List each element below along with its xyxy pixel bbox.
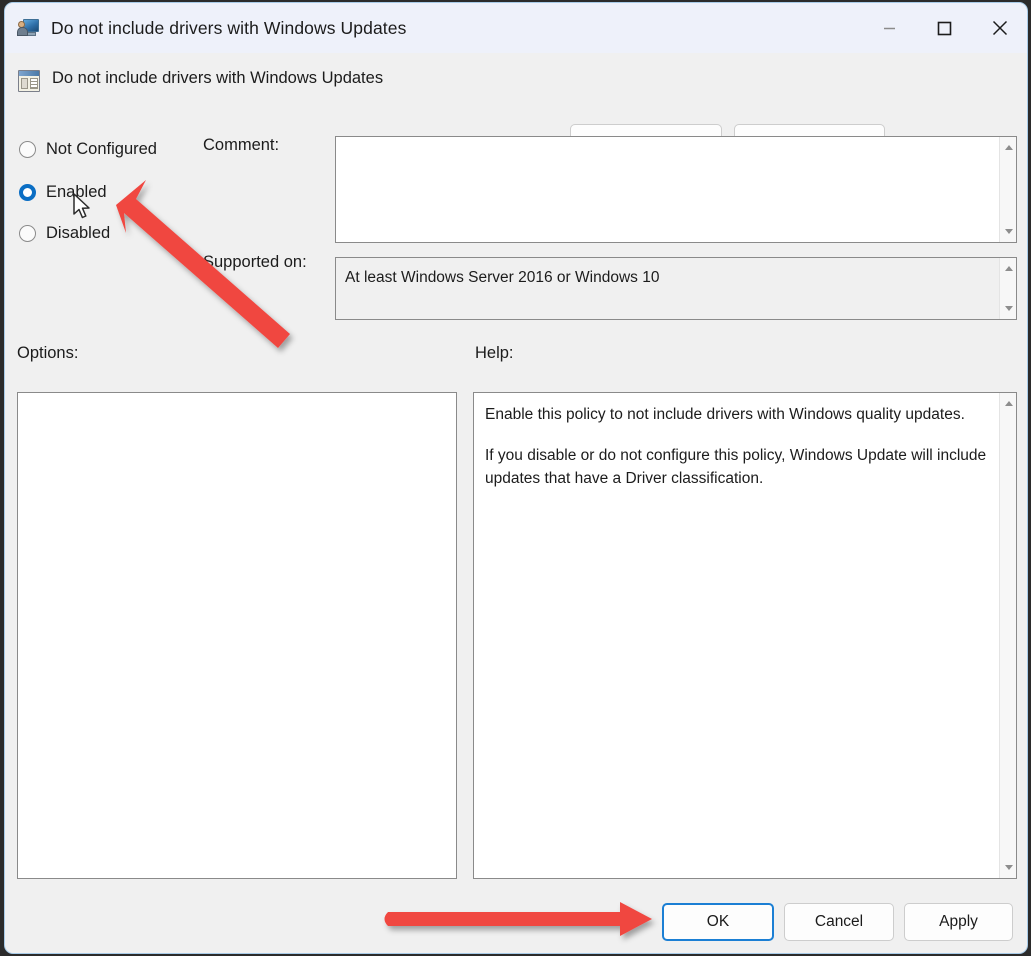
radio-enabled-label: Enabled	[46, 183, 107, 202]
help-panel: Enable this policy to not include driver…	[473, 392, 1017, 879]
policy-name: Do not include drivers with Windows Upda…	[52, 69, 383, 88]
supported-on-label: Supported on:	[203, 253, 307, 272]
policy-setting-dialog: Do not include drivers with Windows Upda…	[4, 2, 1028, 954]
maximize-button[interactable]	[917, 3, 972, 53]
radio-not-configured[interactable]: Not Configured	[19, 140, 157, 159]
supported-on-box: At least Windows Server 2016 or Windows …	[335, 257, 1017, 320]
caption-button-group	[862, 3, 1027, 53]
radio-disabled-label: Disabled	[46, 224, 110, 243]
options-content	[18, 393, 456, 878]
options-label: Options:	[17, 344, 78, 363]
help-scrollbar[interactable]	[999, 393, 1016, 878]
scroll-up-icon[interactable]	[1000, 260, 1017, 277]
options-panel	[17, 392, 457, 879]
dialog-header: Do not include drivers with Windows Upda…	[5, 53, 1027, 111]
supported-on-value: At least Windows Server 2016 or Windows …	[336, 258, 999, 319]
help-paragraph: If you disable or do not configure this …	[485, 444, 988, 491]
scroll-down-icon[interactable]	[1000, 859, 1017, 876]
comment-value[interactable]	[336, 137, 999, 242]
radio-mark-icon	[19, 184, 36, 201]
scroll-up-icon[interactable]	[1000, 395, 1017, 412]
radio-enabled[interactable]: Enabled	[19, 183, 107, 202]
radio-not-configured-label: Not Configured	[46, 140, 157, 159]
apply-button[interactable]: Apply	[904, 903, 1013, 941]
radio-mark-icon	[19, 225, 36, 242]
policy-setting-icon	[18, 70, 40, 92]
radio-mark-icon	[19, 141, 36, 158]
radio-disabled[interactable]: Disabled	[19, 224, 110, 243]
scroll-down-icon[interactable]	[1000, 300, 1017, 317]
scroll-up-icon[interactable]	[1000, 139, 1017, 156]
help-paragraph: Enable this policy to not include driver…	[485, 403, 988, 427]
minimize-button[interactable]	[862, 3, 917, 53]
comment-label: Comment:	[203, 136, 279, 155]
help-label: Help:	[475, 344, 514, 363]
scroll-down-icon[interactable]	[1000, 223, 1017, 240]
title-bar: Do not include drivers with Windows Upda…	[5, 3, 1027, 53]
comment-textarea[interactable]	[335, 136, 1017, 243]
window-title: Do not include drivers with Windows Upda…	[51, 18, 406, 39]
supported-on-scrollbar[interactable]	[999, 258, 1016, 319]
cancel-button[interactable]: Cancel	[784, 903, 894, 941]
close-button[interactable]	[972, 3, 1027, 53]
group-policy-monitor-icon	[18, 18, 40, 38]
help-content: Enable this policy to not include driver…	[474, 393, 999, 878]
ok-button[interactable]: OK	[662, 903, 774, 941]
comment-scrollbar[interactable]	[999, 137, 1016, 242]
